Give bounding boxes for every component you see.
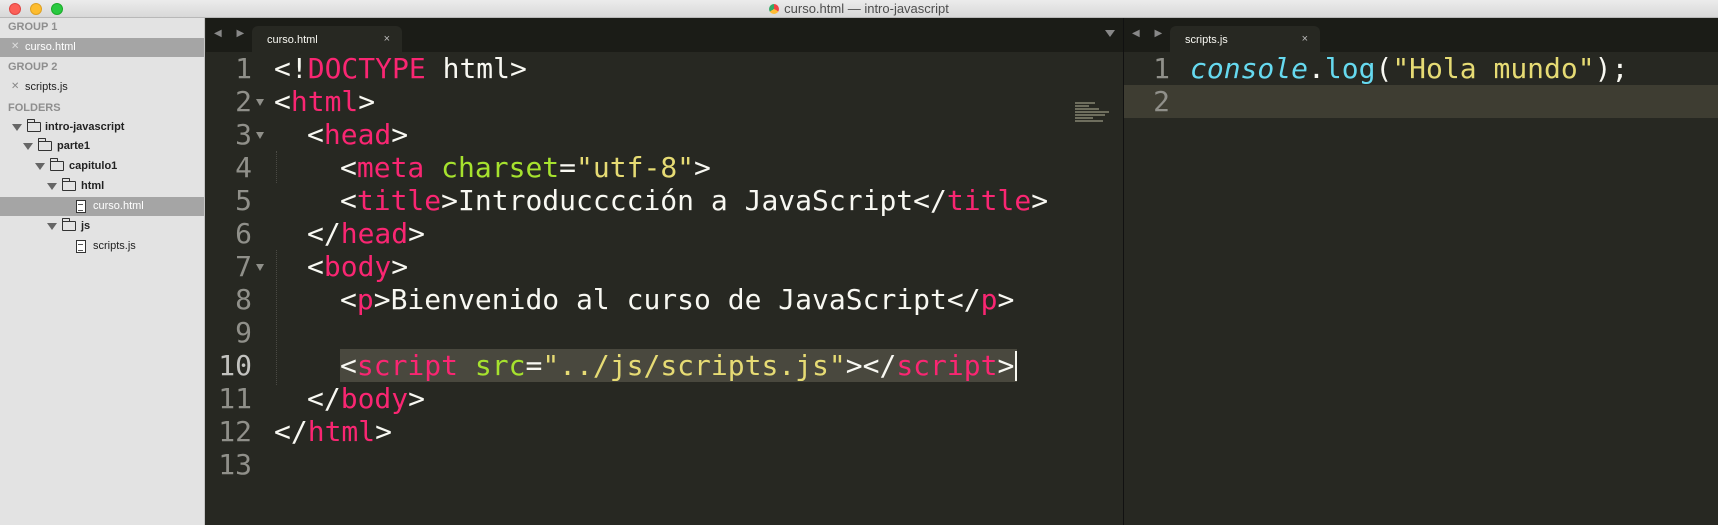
chevron-down-icon[interactable]	[23, 143, 33, 150]
code-line-current: 10 <script src="../js/scripts.js"></scri…	[206, 349, 1123, 382]
editor-scripts-js[interactable]: 1 console.log("Hola mundo"); 2	[1124, 52, 1718, 525]
window-title: curso.html — intro-javascript	[0, 1, 1718, 16]
tree-folder-capitulo1[interactable]: capitulo1	[0, 157, 204, 176]
folder-open-icon	[62, 178, 76, 191]
folders-header: FOLDERS	[8, 102, 61, 114]
tree-folder-intro-javascript[interactable]: intro-javascript	[0, 118, 204, 137]
group-1-header: GROUP 1	[8, 21, 58, 33]
chevron-down-icon[interactable]	[47, 183, 57, 190]
folder-open-icon	[38, 138, 52, 151]
folder-open-icon	[62, 218, 76, 231]
editor-curso-html[interactable]: 1 <!DOCTYPE html> 2 <html> 3 <head> 4 <m…	[206, 52, 1123, 525]
code-line: 9	[235, 316, 252, 349]
tab-nav-arrows-icon[interactable]: ◀ ▶	[1132, 28, 1168, 39]
left-tab-bar: ◀ ▶ curso.html ×	[206, 18, 1123, 52]
code-line: 6 </head>	[235, 217, 426, 250]
close-tab-icon[interactable]: ×	[1302, 33, 1308, 45]
tree-folder-parte1[interactable]: parte1	[0, 137, 204, 156]
tree-file-scripts-js[interactable]: scripts.js	[0, 237, 204, 256]
code-line: 13	[218, 448, 252, 481]
close-file-icon[interactable]: ✕	[11, 41, 19, 52]
code-line: 2 <html>	[235, 85, 376, 118]
folder-open-icon	[50, 158, 64, 171]
chevron-down-icon[interactable]	[12, 124, 22, 131]
sidebar: GROUP 1 ✕ curso.html GROUP 2 ✕ scripts.j…	[0, 18, 205, 525]
code-line: 8 <p>Bienvenido al curso de JavaScript</…	[235, 283, 1015, 316]
code-line: 1 console.log("Hola mundo");	[1153, 52, 1629, 85]
tree-folder-js[interactable]: js	[0, 217, 204, 236]
chevron-down-icon[interactable]	[47, 223, 57, 230]
tree-folder-html[interactable]: html	[0, 177, 204, 196]
tree-file-curso-html[interactable]: curso.html	[0, 197, 204, 216]
fold-icon[interactable]	[256, 99, 264, 106]
code-line: 1 <!DOCTYPE html>	[235, 52, 527, 85]
tab-nav-arrows-icon[interactable]: ◀ ▶	[214, 28, 250, 39]
window-titlebar: curso.html — intro-javascript	[0, 0, 1718, 18]
fold-icon[interactable]	[256, 264, 264, 271]
code-line: 12 </html>	[218, 415, 393, 448]
text-cursor	[1015, 351, 1018, 381]
close-file-icon[interactable]: ✕	[11, 81, 19, 92]
file-icon	[76, 240, 86, 253]
folder-open-icon	[27, 119, 41, 132]
code-line: 7 <body>	[235, 250, 409, 283]
fold-icon[interactable]	[256, 132, 264, 139]
code-line: 11 </body>	[218, 382, 426, 415]
right-tab-bar: ◀ ▶ scripts.js ×	[1124, 18, 1718, 52]
chevron-down-icon[interactable]	[35, 163, 45, 170]
document-icon	[769, 4, 780, 14]
group-2-header: GROUP 2	[8, 61, 58, 73]
code-line: 4 <meta charset="utf-8">	[235, 151, 711, 184]
code-line: 3 <head>	[235, 118, 409, 151]
tab-curso-html[interactable]: curso.html ×	[252, 26, 402, 52]
file-icon	[76, 200, 86, 213]
open-file-scripts-js[interactable]: ✕ scripts.js	[0, 78, 204, 97]
code-line: 5 <title>Introducccción a JavaScript</ti…	[235, 184, 1049, 217]
tab-scripts-js[interactable]: scripts.js ×	[1170, 26, 1320, 52]
code-line-current: 2	[1124, 85, 1718, 118]
tab-dropdown-icon[interactable]	[1105, 30, 1115, 37]
open-file-curso-html[interactable]: ✕ curso.html	[0, 38, 204, 57]
close-tab-icon[interactable]: ×	[384, 33, 390, 45]
